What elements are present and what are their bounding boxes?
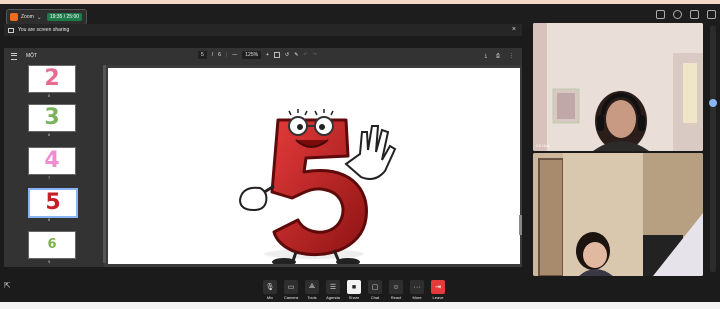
thumbnail-scrollbar[interactable] [103,65,106,263]
page-number-input[interactable]: 5 [198,51,207,59]
side-rail[interactable] [709,26,717,272]
thumbnail-number: 8 [48,217,51,222]
agenda-button[interactable]: ☰ Agenda [325,280,341,300]
info-icon[interactable] [673,10,682,19]
react-label: React [390,295,402,300]
pdf-viewer: MỘT 5 / 6 | — 125% + ↺ ✎ ↶ ↷ ⤓ ⎙ ⋮ 2 5 3 [4,48,522,267]
number-five-illustration [238,109,397,264]
participant-video-teacher[interactable]: Cô Hoa [533,23,703,151]
zoom-out-button[interactable]: — [232,52,237,58]
annotate-icon[interactable]: ✎ [294,52,298,58]
download-icon[interactable]: ⤓ [485,53,487,59]
document-title: MỘT [26,53,38,59]
chevron-down-icon: ⌄ [36,14,42,21]
app-name: Zoom [21,14,34,20]
monitor-icon [8,27,14,33]
react-icon: ☺ [389,280,403,294]
mic-icon: 🎙 [263,280,277,294]
thumbnail-glyph: 6 [47,237,57,252]
page-scrollbar[interactable] [519,215,522,235]
participant-video-student[interactable] [533,153,703,276]
zoom-in-button[interactable]: + [266,52,269,58]
chat-icon: ▢ [368,280,382,294]
thumbnail[interactable]: 2 [28,65,76,93]
chat-button[interactable]: ▢ Chat [367,280,383,300]
leave-icon: ⇥ [431,280,445,294]
thumbnail-number: 6 [48,132,51,137]
window-controls [656,10,716,19]
view-icon[interactable] [656,10,665,19]
meeting-controls: 🎙 Mic ▭ Camera ⟁ Tools ☰ Agenda ■ Share … [262,280,446,300]
taskbar-edge [0,302,720,309]
pdf-page [108,68,520,264]
screen-share-banner: You are screen sharing × [4,24,522,36]
more-label: More [412,295,422,300]
tools-icon: ⟁ [305,280,319,294]
redo-icon[interactable]: ↷ [313,52,317,58]
thumbnail[interactable]: 3 [28,104,76,132]
menu-icon[interactable] [11,53,17,60]
thumbnail-number: 5 [48,93,51,98]
thumbnail-glyph: 4 [44,148,60,173]
more-vert-icon[interactable]: ⋮ [509,53,514,59]
thumbnail-number: 7 [48,175,51,180]
more-button[interactable]: ··· More [409,280,425,300]
rotate-icon[interactable]: ↺ [285,52,289,58]
participant-name: Cô Hoa [536,143,550,148]
tools-button[interactable]: ⟁ Tools [304,280,320,300]
tools-label: Tools [307,295,317,300]
undo-icon[interactable]: ↶ [303,52,307,58]
agenda-icon: ☰ [326,280,340,294]
thumbnail-glyph: 3 [44,105,60,130]
layout-icon[interactable] [707,10,716,19]
thumbnail-selected[interactable]: 5 [28,188,78,218]
camera-icon: ▭ [284,280,298,294]
share-status: You are screen sharing [18,27,70,33]
zoom-input[interactable]: 125% [242,51,262,59]
fit-page-icon[interactable] [273,52,280,58]
print-icon[interactable]: ⎙ [496,53,500,59]
share-icon: ■ [347,280,361,294]
signal-icon[interactable] [690,10,699,19]
leave-button[interactable]: ⇥ Leave [430,280,446,300]
page-total: 6 [218,52,221,58]
close-icon[interactable]: × [512,26,516,33]
thumbnail-glyph: 2 [44,66,60,91]
teacher-video-frame [533,23,703,151]
react-button[interactable]: ☺ React [388,280,404,300]
camera-button[interactable]: ▭ Camera [283,280,299,300]
thumbnail-panel: 2 5 3 6 4 7 5 8 6 9 [4,65,104,267]
mic-label: Mic [266,295,274,300]
divider: | [225,52,228,58]
app-switcher[interactable]: Zoom ⌄ 19:35 / 25:00 [6,9,88,25]
page-separator: / [211,52,214,58]
panel-toggle-handle[interactable] [709,99,717,107]
page-controls: 5 / 6 | — 125% + ↺ ✎ ↶ ↷ [198,51,317,59]
mic-button[interactable]: 🎙 Mic [262,280,278,300]
share-button[interactable]: ■ Share [346,280,362,300]
share-label: Share [348,295,360,300]
camera-label: Camera [283,295,299,300]
zoom-logo-icon [10,13,18,21]
chat-label: Chat [370,295,380,300]
meeting-timer: 19:35 / 25:00 [46,13,83,21]
thumbnail-number: 9 [48,259,51,264]
pin-icon[interactable]: ⇱ [4,281,14,291]
more-icon: ··· [410,280,424,294]
student-video-frame [533,153,703,276]
thumbnail-glyph: 5 [45,190,61,215]
leave-label: Leave [432,295,444,300]
pdf-actions: ⤓ ⎙ ⋮ [485,53,514,59]
thumbnail[interactable]: 6 [28,231,76,259]
pdf-toolbar: MỘT 5 / 6 | — 125% + ↺ ✎ ↶ ↷ ⤓ ⎙ ⋮ [4,48,522,65]
thumbnail[interactable]: 4 [28,147,76,175]
agenda-label: Agenda [326,295,340,300]
